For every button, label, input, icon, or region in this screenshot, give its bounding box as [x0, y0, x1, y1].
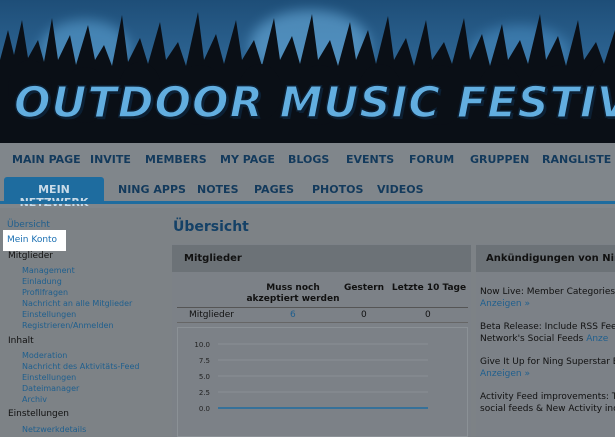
table-divider — [177, 322, 468, 323]
col-header-pending: Muss noch akzeptiert werden — [246, 283, 340, 304]
sidebar-link-network-details[interactable]: Netzwerkdetails — [22, 425, 86, 435]
nav-rangliste[interactable]: RANGLISTE — [542, 153, 611, 166]
nav-photos[interactable]: PHOTOS — [312, 183, 363, 196]
nav-events[interactable]: EVENTS — [346, 153, 394, 166]
announcement-more-link[interactable]: Anze — [586, 334, 608, 344]
col-header-last-10-days: Letzte 10 Tage — [391, 283, 467, 293]
sidebar-link-moderation[interactable]: Moderation — [22, 351, 67, 361]
announcement-text: Give It Up for Ning Superstar E — [480, 357, 615, 367]
nav-forum[interactable]: FORUM — [409, 153, 454, 166]
nav-videos[interactable]: VIDEOS — [377, 183, 424, 196]
table-divider — [177, 307, 468, 308]
announcement-text: Network's Social Feeds — [480, 334, 584, 344]
announcement-item: Give It Up for Ning Superstar E Anzeigen… — [480, 356, 615, 380]
announcement-text-line: Network's Social Feeds Anze — [480, 333, 615, 345]
nav-gruppen[interactable]: GRUPPEN — [470, 153, 529, 166]
nav-members[interactable]: MEMBERS — [145, 153, 207, 166]
announcement-item: Beta Release: Include RSS Feed Network's… — [480, 321, 615, 345]
announcement-text: social feeds & New Activity inc — [480, 404, 615, 414]
last-10-days-count: 0 — [425, 310, 431, 320]
sidebar-link-management[interactable]: Management — [22, 266, 75, 276]
sidebar-link-content-settings[interactable]: Einstellungen — [22, 373, 76, 383]
sidebar-link-invitation[interactable]: Einladung — [22, 277, 62, 287]
chart-y-tick-label: 10.0 — [194, 341, 210, 349]
chart-y-tick-label: 5.0 — [199, 373, 210, 381]
announcement-item: Activity Feed improvements: T social fee… — [480, 391, 615, 415]
members-chart: 10.0 7.5 5.0 2.5 0.0 — [177, 327, 468, 437]
sidebar-link-message-all[interactable]: Nachricht an alle Mitglieder — [22, 299, 132, 309]
sidebar-section-members: Mitglieder — [8, 251, 53, 261]
primary-nav: MAIN PAGE INVITE MEMBERS MY PAGE BLOGS E… — [0, 143, 615, 176]
sidebar-link-sign-up[interactable]: Registrieren/Anmelden — [22, 321, 114, 331]
nav-notes[interactable]: NOTES — [197, 183, 239, 196]
nav-ning-apps[interactable]: NING APPS — [118, 183, 186, 196]
page-title: Übersicht — [173, 219, 249, 235]
sidebar-link-file-manager[interactable]: Dateimanager — [22, 384, 79, 394]
announcement-text: Beta Release: Include RSS Feed — [480, 322, 615, 332]
sidebar-section-content: Inhalt — [8, 336, 34, 346]
nav-pages[interactable]: PAGES — [254, 183, 294, 196]
sidebar-section-settings: Einstellungen — [8, 409, 70, 419]
announcement-text: Now Live: Member Categories — [480, 287, 615, 297]
col-header-yesterday: Gestern — [343, 283, 385, 293]
header-banner: OUTDOOR MUSIC FESTIVALS — [0, 0, 615, 143]
chart-y-tick-label: 2.5 — [199, 389, 210, 397]
site-title: OUTDOOR MUSIC FESTIVALS — [13, 77, 615, 129]
yesterday-count: 0 — [361, 310, 367, 320]
pending-count-link[interactable]: 6 — [290, 310, 296, 320]
announcement-more-link[interactable]: Anzeigen » — [480, 298, 615, 310]
sidebar-my-account-link[interactable]: Mein Konto — [3, 230, 66, 251]
nav-mein-netzwerk[interactable]: MEIN NETZWERK — [4, 177, 104, 209]
members-chart-plot: 10.0 7.5 5.0 2.5 0.0 — [194, 341, 428, 413]
chart-y-tick-label: 7.5 — [199, 357, 210, 365]
announcement-item: Now Live: Member Categories Anzeigen » — [480, 286, 615, 310]
chart-y-tick-label: 0.0 — [199, 405, 210, 413]
nav-my-page[interactable]: MY PAGE — [220, 153, 275, 166]
sidebar-link-activity-feed-message[interactable]: Nachricht des Aktivitäts-Feed — [22, 362, 139, 372]
members-panel-title: Mitglieder — [172, 245, 471, 272]
sidebar-link-member-settings[interactable]: Einstellungen — [22, 310, 76, 320]
sidebar-overview-link[interactable]: Übersicht — [7, 220, 50, 230]
nav-invite[interactable]: INVITE — [90, 153, 131, 166]
announcement-more-link[interactable]: Anzeigen » — [480, 368, 615, 380]
nav-main-page[interactable]: MAIN PAGE — [12, 153, 81, 166]
nav-underline — [0, 201, 615, 204]
announcements-title: Ankündigungen von Ning — [476, 245, 615, 272]
sidebar-link-profile-questions[interactable]: Profilfragen — [22, 288, 68, 298]
row-label-members: Mitglieder — [189, 310, 234, 320]
nav-blogs[interactable]: BLOGS — [288, 153, 329, 166]
announcement-text: Activity Feed improvements: T — [480, 392, 615, 402]
sidebar-link-archive[interactable]: Archiv — [22, 395, 47, 405]
